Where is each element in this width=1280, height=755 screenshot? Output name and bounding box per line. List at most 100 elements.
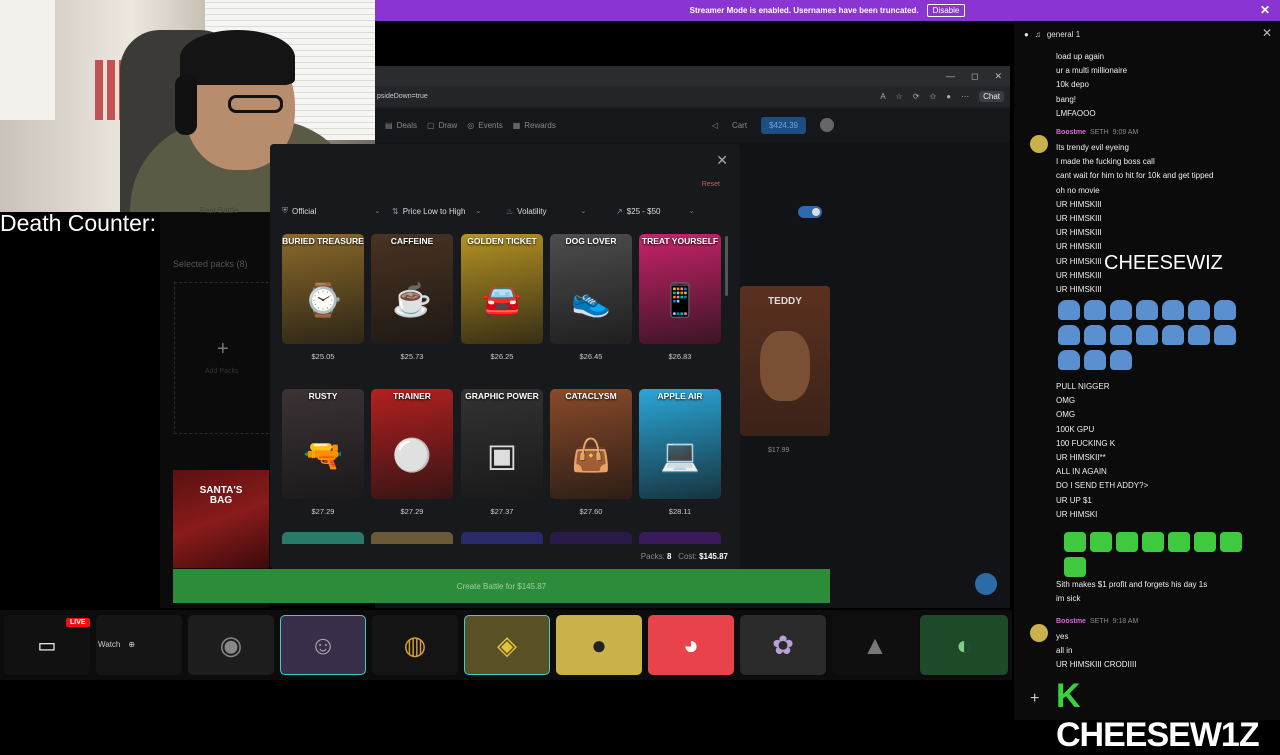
participant-tile-3[interactable]: ◍ bbox=[372, 615, 458, 675]
chat-message-text: I made the fucking boss call bbox=[1056, 157, 1155, 167]
support-chat-icon[interactable] bbox=[975, 573, 997, 595]
nav-events[interactable]: ◎ Events bbox=[467, 121, 502, 130]
modal-scrollbar[interactable] bbox=[725, 236, 728, 296]
pack-card[interactable]: GOLDEN TICKET 🚘 $26.25 bbox=[461, 234, 543, 361]
logo-text: CHEESEW1Z bbox=[1056, 716, 1260, 754]
emote-icon bbox=[1162, 300, 1184, 320]
chat-button[interactable]: Chat bbox=[979, 90, 1004, 102]
create-battle-button[interactable]: Create Battle for $145.87 bbox=[173, 569, 830, 603]
cheesewiz-overlay-text: CHEESEWIZ bbox=[1104, 252, 1223, 274]
close-window-icon[interactable]: ✕ bbox=[994, 71, 1002, 82]
minimize-icon[interactable]: — bbox=[946, 71, 955, 81]
more-menu-icon[interactable]: ⋯ bbox=[961, 92, 969, 101]
maximize-icon[interactable]: ◻ bbox=[971, 71, 978, 82]
participant-tile-5[interactable]: ● bbox=[556, 615, 642, 675]
chat-close-icon[interactable]: ✕ bbox=[1262, 26, 1272, 40]
reset-button[interactable]: Reset bbox=[702, 181, 720, 188]
pack-card-partial[interactable] bbox=[461, 532, 543, 544]
site-navbar: ▤ Deals ▢ Draw ◎ Events ▦ Rewards ◁ Cart $42… bbox=[375, 108, 1010, 142]
profile-icon[interactable]: ● bbox=[946, 92, 951, 101]
chat-message-text: UR HIMSKIII bbox=[1056, 199, 1102, 209]
pack-card-partial[interactable] bbox=[282, 532, 364, 544]
pack-card[interactable]: GRAPHIC POWER ▣ $27.37 bbox=[461, 389, 543, 516]
chat-message-text: 100K GPU bbox=[1056, 424, 1095, 434]
nav-draw[interactable]: ▢ Draw bbox=[427, 121, 457, 130]
modal-close-icon[interactable]: ✕ bbox=[716, 152, 728, 169]
watch-label[interactable]: Watch bbox=[98, 640, 120, 649]
participant-tile-1[interactable]: ◉ bbox=[188, 615, 274, 675]
pack-card[interactable]: BURIED TREASURE ⌚ $25.05 bbox=[282, 234, 364, 361]
chat-message-text: cant wait for him to hit for 10k and get… bbox=[1056, 171, 1214, 181]
user-avatar[interactable] bbox=[820, 118, 834, 132]
chevron-down-icon: ⌄ bbox=[475, 208, 482, 215]
emote-icon bbox=[1116, 532, 1138, 552]
chat-message-text: UR HIMSKIII CRODIIII bbox=[1056, 660, 1137, 670]
participant-tile-9[interactable]: ◐ bbox=[920, 615, 1008, 675]
emote-icon bbox=[1168, 532, 1190, 552]
emote-icon bbox=[1214, 325, 1236, 345]
pack-card-partial[interactable] bbox=[639, 532, 721, 544]
nav-rewards-label: Rewards bbox=[524, 120, 556, 130]
pack-item-icon: 🔫 bbox=[303, 437, 343, 473]
favorite-star-icon[interactable]: ☆ bbox=[896, 92, 903, 101]
favorites-icon[interactable]: ✩ bbox=[930, 92, 937, 101]
packs-count-label: Packs: bbox=[640, 552, 665, 561]
balance-button[interactable]: $424.39 bbox=[761, 116, 806, 134]
chat-message-text: UR HIMSKIII bbox=[1056, 214, 1102, 223]
participant-tile-4[interactable]: ◈ bbox=[464, 615, 550, 675]
chat-username[interactable]: Boostme bbox=[1056, 618, 1086, 625]
participant-tile-2[interactable]: ☺ bbox=[280, 615, 366, 675]
nav-deals[interactable]: ▤ Deals bbox=[385, 121, 417, 130]
pack-card[interactable]: CATACLYSM 👜 $27.60 bbox=[550, 389, 632, 516]
pack-card-partial[interactable] bbox=[371, 532, 453, 544]
zoom-icon[interactable]: ⊕ bbox=[128, 640, 135, 649]
disable-button[interactable]: Disable bbox=[926, 4, 966, 17]
watch-control[interactable]: Watch ⊕ bbox=[98, 634, 168, 654]
price-range-select[interactable]: ↗ $25 - $50 ⌄ bbox=[616, 207, 716, 216]
user-avatar[interactable] bbox=[1030, 624, 1048, 642]
sound-icon[interactable]: ◁ bbox=[712, 121, 718, 130]
nav-rewards[interactable]: ▦ Rewards bbox=[513, 121, 556, 130]
participant-tile-8[interactable]: ▲ bbox=[832, 615, 918, 675]
glasses bbox=[228, 95, 283, 113]
pack-card[interactable]: DOG LOVER 👟 $26.45 bbox=[550, 234, 632, 361]
pack-item-icon: 📱 bbox=[660, 282, 700, 318]
pack-teddy[interactable]: TEDDY bbox=[740, 286, 830, 436]
address-bar[interactable]: psideDown=true A ☆ ⟳ ✩ ● ⋯ Chat bbox=[375, 86, 1010, 106]
volatility-select[interactable]: ♨ Volatility ⌄ bbox=[506, 207, 616, 216]
pack-title: TRAINER bbox=[393, 391, 431, 401]
url-text[interactable]: psideDown=true bbox=[377, 93, 428, 100]
emote-icon bbox=[1188, 300, 1210, 320]
chat-message-text: load up again bbox=[1056, 52, 1105, 61]
sort-select[interactable]: ⇅ Price Low to High ⌄ bbox=[392, 207, 506, 216]
user-avatar[interactable] bbox=[1030, 135, 1048, 153]
pack-card[interactable]: RUSTY 🔫 $27.29 bbox=[282, 389, 364, 516]
add-packs-slot[interactable]: + Add Packs bbox=[174, 282, 274, 434]
draw-icon: ▢ bbox=[427, 120, 435, 130]
pack-art: TREAT YOURSELF 📱 bbox=[639, 234, 721, 344]
browser-toolbar-icons: A ☆ ⟳ ✩ ● ⋯ Chat bbox=[880, 90, 1010, 102]
pack-card[interactable]: TREAT YOURSELF 📱 $26.83 bbox=[639, 234, 721, 361]
refresh-icon[interactable]: ⟳ bbox=[913, 92, 920, 101]
pack-card[interactable]: APPLE AIR 💻 $28.11 bbox=[639, 389, 721, 516]
chat-timestamp: 9:09 AM bbox=[1112, 129, 1139, 136]
cart-button[interactable]: Cart bbox=[732, 121, 747, 130]
chat-message-text: ur a multi millionaire bbox=[1056, 66, 1128, 76]
participant-tile-6[interactable]: ◕ bbox=[648, 615, 734, 675]
emote-icon bbox=[1194, 532, 1216, 552]
nav-deals-label: Deals bbox=[396, 120, 418, 130]
pack-card[interactable]: TRAINER ⚪ $27.29 bbox=[371, 389, 453, 516]
discord-logo-icon: ◕ bbox=[683, 629, 699, 660]
pack-title: TREAT YOURSELF bbox=[641, 236, 719, 246]
pack-card[interactable]: CAFFEINE ☕ $25.73 bbox=[371, 234, 453, 361]
pack-santas-bag[interactable]: SANTA'S BAG bbox=[173, 470, 269, 568]
streamer-mode-banner: Streamer Mode is enabled. Usernames have… bbox=[375, 0, 1280, 21]
add-icon[interactable]: + bbox=[1030, 690, 1039, 708]
participant-tile-7[interactable]: ✿ bbox=[740, 615, 826, 675]
chat-username[interactable]: Boostme bbox=[1056, 129, 1086, 136]
category-select[interactable]: ⛨ Official ⌄ bbox=[282, 206, 382, 216]
banner-close-icon[interactable]: ✕ bbox=[1260, 3, 1270, 17]
toggle-switch[interactable] bbox=[798, 206, 822, 218]
pack-card-partial[interactable] bbox=[550, 532, 632, 544]
read-aloud-icon[interactable]: A bbox=[880, 92, 885, 101]
